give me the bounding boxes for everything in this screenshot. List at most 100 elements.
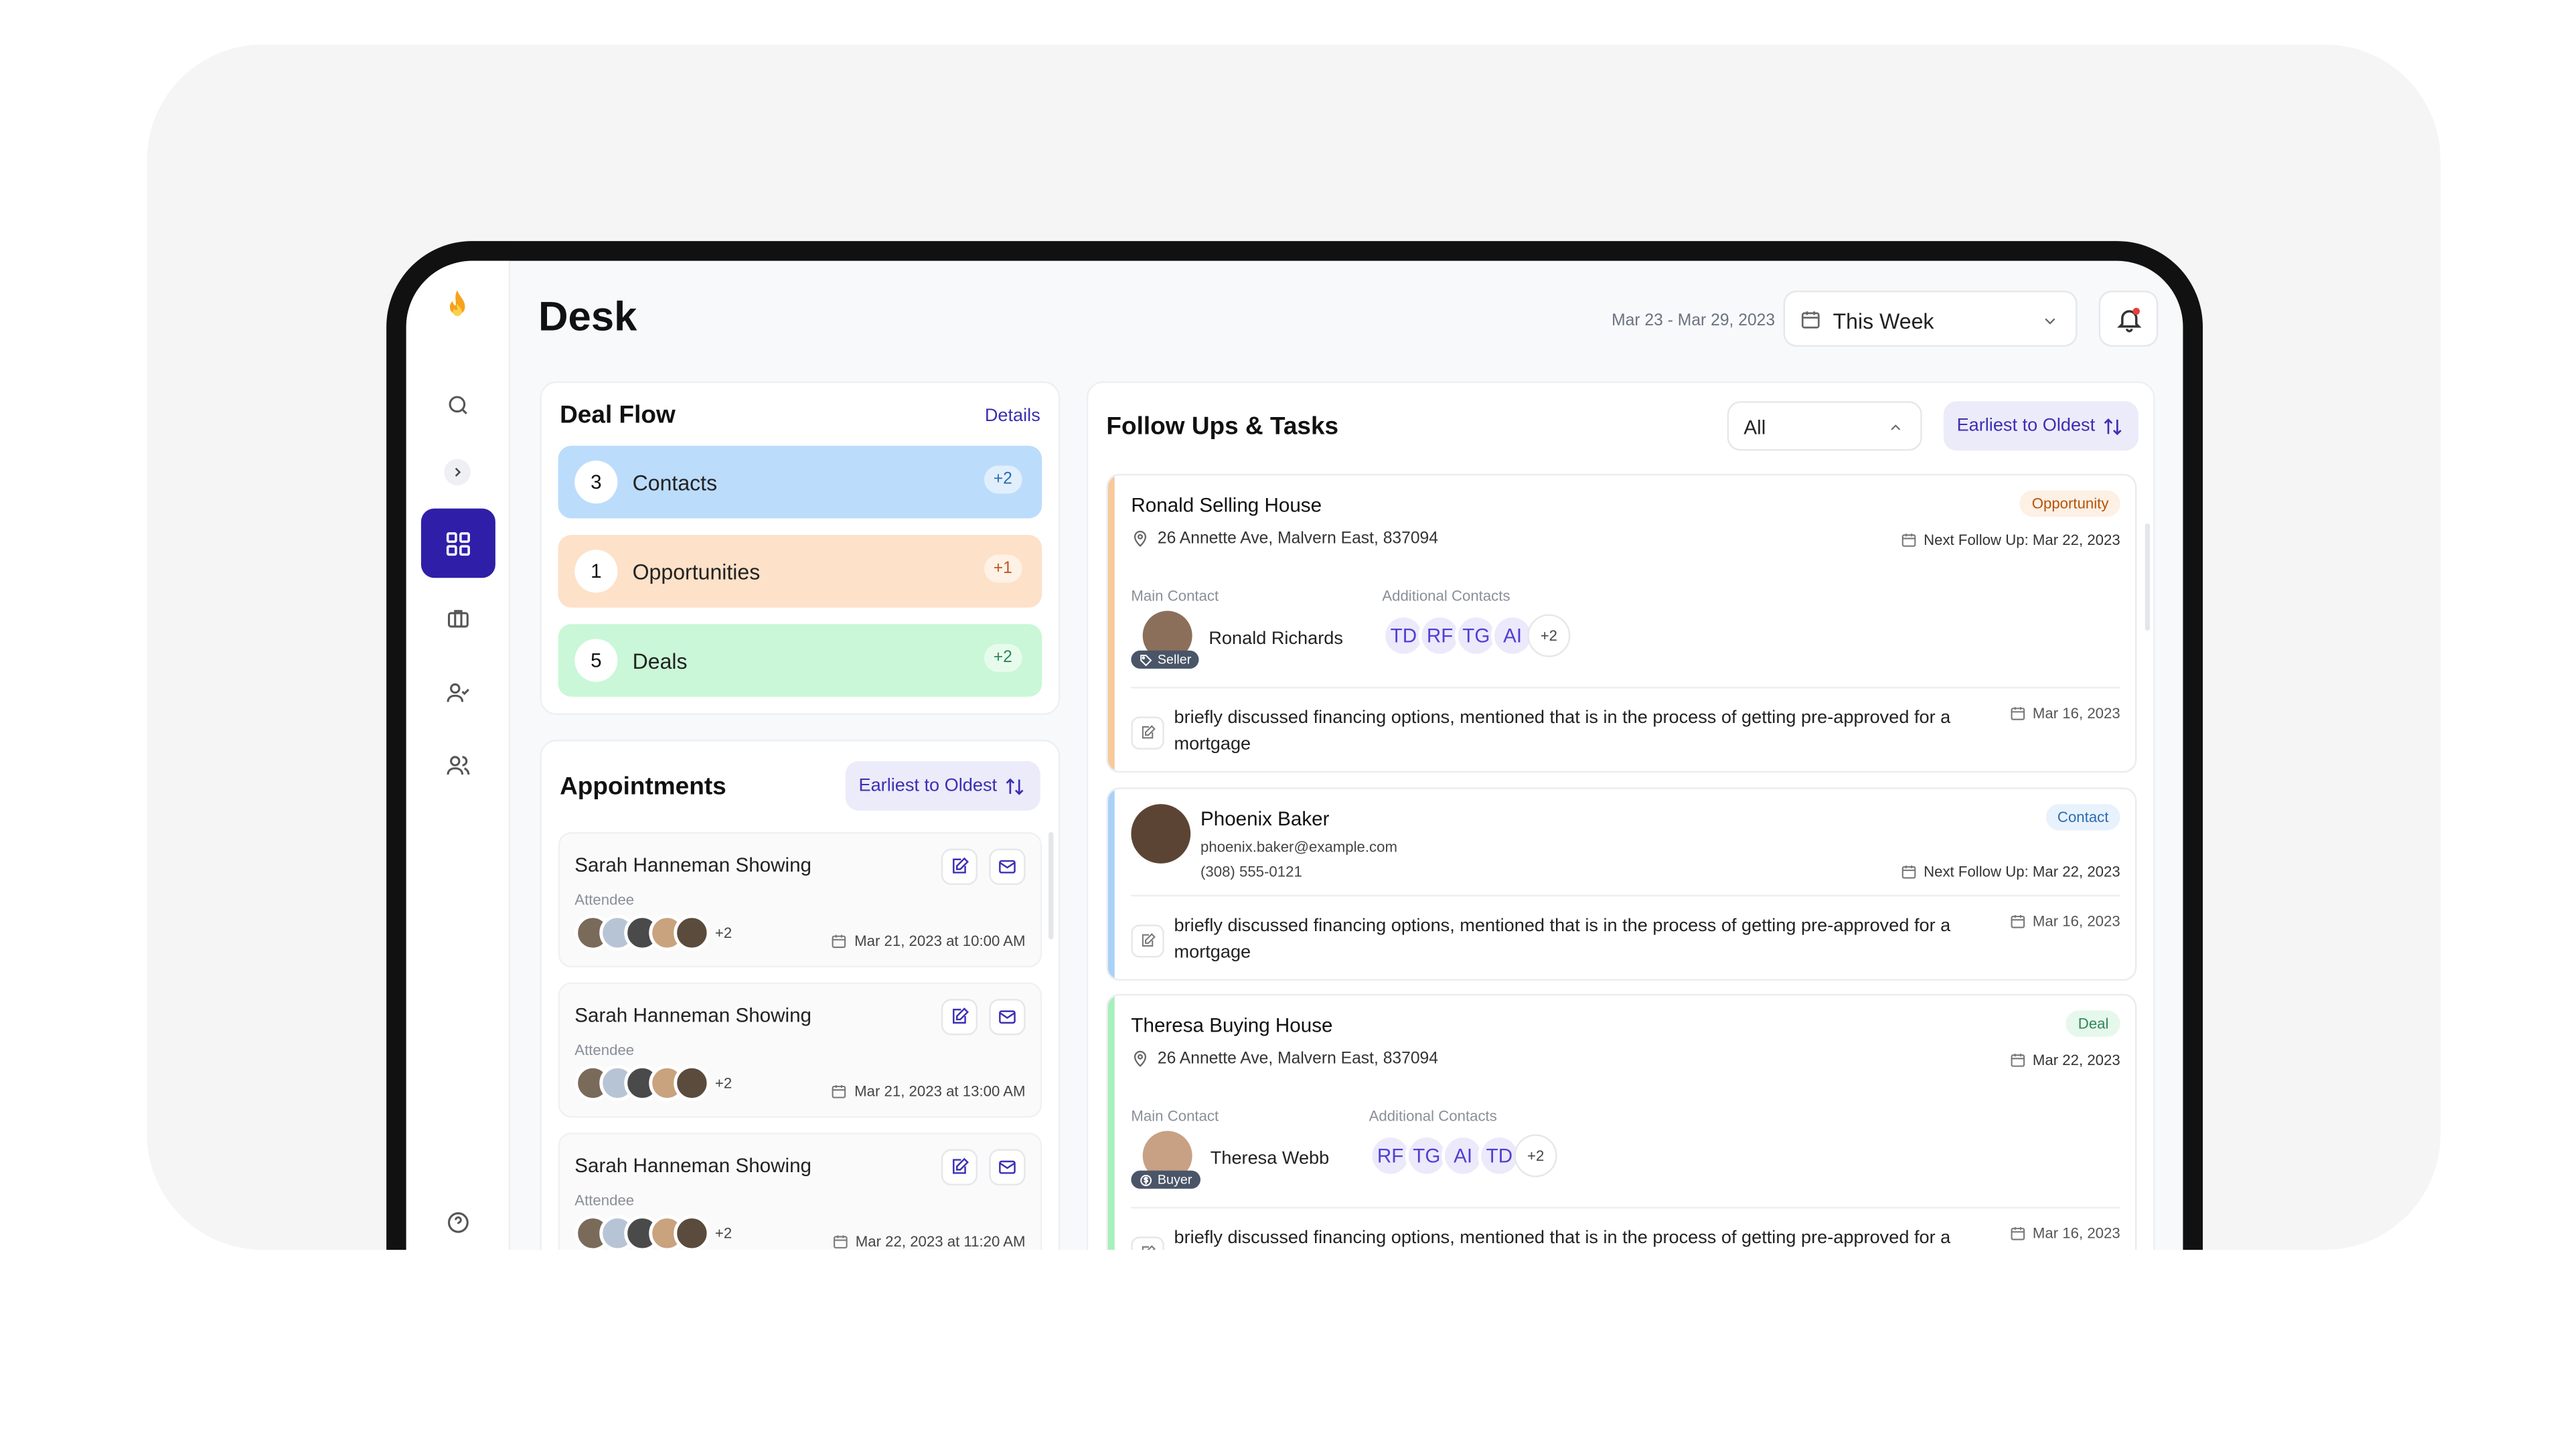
task-address-text: 26 Annette Ave, Malvern East, 837094: [1157, 530, 1438, 548]
appointments-scrollbar[interactable]: [1048, 832, 1054, 940]
edit-icon: [953, 857, 969, 874]
appointment-title: Sarah Hanneman Showing: [574, 854, 812, 877]
attendee-more: +2: [714, 1224, 732, 1242]
next-follow-up: Next Follow Up: Mar 22, 2023: [1901, 864, 2120, 880]
mail-icon: [999, 1160, 1016, 1174]
note-date-text: Mar 16, 2023: [2032, 705, 2120, 722]
notifications-button[interactable]: [2098, 291, 2159, 347]
task-item-contact[interactable]: Phoenix Baker Contact phoenix.baker@exam…: [1106, 787, 2137, 981]
appointment-item[interactable]: Sarah Hanneman Showing Attendee +2 Mar 2…: [558, 1132, 1042, 1250]
calendar-icon: [832, 1084, 847, 1099]
deal-flow-details-link[interactable]: Details: [985, 406, 1040, 426]
attendee-label: Attendee: [574, 1042, 635, 1058]
contact-email[interactable]: phoenix.baker@example.com: [1200, 839, 1397, 856]
opportunities-delta-badge: +1: [983, 554, 1022, 583]
briefcase-icon[interactable]: [439, 599, 475, 635]
calendar-icon: [834, 1235, 848, 1248]
chevron-right-icon[interactable]: [444, 459, 471, 486]
edit-appointment-button[interactable]: [941, 1149, 978, 1186]
deal-flow-opportunities[interactable]: 1 Opportunities +1: [558, 535, 1042, 608]
divider: [1131, 1206, 2120, 1209]
additional-contacts-label: Additional Contacts: [1369, 1107, 1497, 1125]
next-follow-up: Mar 22, 2023: [2009, 1052, 2120, 1068]
location-pin-icon: [1134, 1050, 1147, 1067]
period-select[interactable]: This Week: [1783, 291, 2078, 347]
task-item-deal[interactable]: Theresa Buying House Deal 26 Annette Ave…: [1106, 993, 2137, 1250]
appointment-title: Sarah Hanneman Showing: [574, 1003, 812, 1028]
search-icon[interactable]: [439, 386, 475, 422]
followups-sort-label: Earliest to Oldest: [1956, 416, 2096, 436]
calendar-icon: [2011, 914, 2025, 928]
appointment-title: Sarah Hanneman Showing: [574, 1153, 812, 1178]
page-title: Desk: [538, 294, 637, 341]
calendar-icon: [1901, 865, 1916, 879]
contacts-label: Contacts: [632, 470, 718, 495]
email-appointment-button[interactable]: [989, 999, 1026, 1036]
edit-appointment-button[interactable]: [941, 848, 978, 885]
task-note: briefly discussed financing options, men…: [1174, 916, 1951, 963]
main-contact-name: Theresa Webb: [1210, 1149, 1330, 1169]
bottom-fade: [0, 1249, 2571, 1456]
task-note: briefly discussed financing options, men…: [1174, 1228, 1951, 1248]
edit-appointment-button[interactable]: [941, 999, 978, 1036]
next-follow-up-text: Next Follow Up: Mar 22, 2023: [1924, 863, 2120, 880]
next-follow-up-text: Mar 22, 2023: [2032, 1052, 2120, 1068]
appointment-item[interactable]: Sarah Hanneman Showing Attendee +2 Mar 2…: [558, 832, 1042, 968]
status-badge: Opportunity: [2020, 490, 2120, 517]
deal-flow-deals[interactable]: 5 Deals +2: [558, 624, 1042, 697]
app-screen: Desk Mar 23 - Mar 29, 2023 This Week Dea…: [406, 260, 2183, 1250]
flame-logo-icon[interactable]: [439, 287, 475, 323]
avatar: [674, 1064, 710, 1102]
dollar-icon: [1140, 1174, 1152, 1186]
dashboard-grid-icon[interactable]: [420, 508, 495, 578]
sort-arrows-icon: [1005, 777, 1023, 795]
task-note: briefly discussed financing options, men…: [1174, 708, 1951, 755]
contact-phone[interactable]: (308) 555-0121: [1200, 864, 1302, 880]
divider: [1131, 686, 2120, 689]
calendar-icon: [1901, 534, 1916, 547]
followups-title: Follow Ups & Tasks: [1106, 412, 1339, 441]
user-check-icon[interactable]: [439, 673, 475, 710]
followups-card: Follow Ups & Tasks All Earliest to Oldes…: [1086, 381, 2155, 1250]
deal-flow-card: Deal Flow Details 3 Contacts +2 1 Opport…: [540, 381, 1061, 715]
contact-chip-more[interactable]: +2: [1527, 614, 1571, 657]
main-contact-label: Main Contact: [1131, 588, 1219, 604]
deal-flow-contacts[interactable]: 3 Contacts +2: [558, 445, 1042, 519]
appointments-sort-button[interactable]: Earliest to Oldest: [845, 760, 1040, 811]
avatar: [1131, 804, 1191, 864]
tag-icon: [1140, 653, 1152, 666]
contact-chip-more[interactable]: +2: [1514, 1134, 1557, 1178]
deal-flow-title: Deal Flow: [560, 401, 676, 430]
divider: [1131, 894, 2120, 897]
task-color-bar: [1107, 995, 1115, 1250]
edit-icon: [953, 1157, 969, 1174]
attendee-label: Attendee: [574, 1192, 635, 1209]
email-appointment-button[interactable]: [989, 1149, 1026, 1186]
period-select-value: This Week: [1833, 309, 1934, 334]
task-name: Theresa Buying House: [1131, 1014, 1333, 1037]
task-item-opportunity[interactable]: Ronald Selling House Opportunity 26 Anne…: [1106, 473, 2137, 773]
task-name: Phoenix Baker: [1200, 807, 1330, 831]
appointment-item[interactable]: Sarah Hanneman Showing Attendee +2 Mar 2…: [558, 982, 1042, 1118]
appointment-datetime: Mar 22, 2023 at 11:20 AM: [832, 1233, 1026, 1250]
task-color-bar: [1107, 475, 1115, 771]
opportunities-label: Opportunities: [632, 560, 761, 585]
location-pin-icon: [1134, 530, 1147, 547]
deals-count: 5: [574, 639, 618, 682]
followups-sort-button[interactable]: Earliest to Oldest: [1943, 401, 2138, 451]
followups-filter-select[interactable]: All: [1727, 401, 1922, 451]
attendee-avatars: +2: [574, 1064, 732, 1102]
attendee-more: +2: [714, 1074, 732, 1092]
users-icon[interactable]: [439, 746, 475, 783]
followups-scrollbar[interactable]: [2145, 523, 2151, 631]
note-date: Mar 16, 2023: [2009, 705, 2120, 722]
sort-arrows-icon: [2104, 417, 2122, 434]
calendar-icon: [2011, 707, 2025, 720]
help-icon[interactable]: [439, 1204, 475, 1240]
calendar-icon: [2011, 1054, 2025, 1067]
email-appointment-button[interactable]: [989, 848, 1026, 885]
mail-icon: [999, 1010, 1016, 1024]
attendee-label: Attendee: [574, 891, 635, 908]
note-icon: [1131, 924, 1164, 958]
sidebar: [406, 260, 511, 1250]
